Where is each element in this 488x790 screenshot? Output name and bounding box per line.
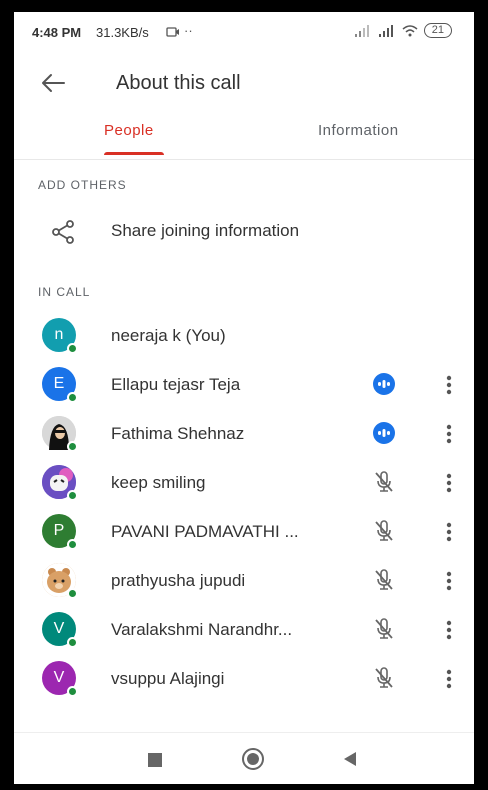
avatar: V: [42, 661, 78, 697]
avatar: n: [42, 318, 78, 354]
status-bar: 4:48 PM 31.3KB/s ·· 21: [14, 12, 474, 54]
arrow-left-icon[interactable]: [38, 68, 68, 98]
avatar-initial: V: [53, 669, 65, 686]
avatar-initial: E: [53, 375, 65, 392]
more-vert-icon[interactable]: [438, 618, 460, 642]
participant-name: Varalakshmi Narandhr...: [111, 620, 293, 639]
back-nav-icon[interactable]: [342, 751, 358, 767]
active-tab-indicator: [104, 152, 164, 155]
screen: 4:48 PM 31.3KB/s ·· 21 About this call P…: [14, 12, 474, 784]
participant-name: vsuppu Alajingi: [111, 669, 225, 688]
home-icon[interactable]: [241, 747, 265, 771]
in-call-header: IN CALL: [38, 285, 91, 299]
share-joining-info-button[interactable]: Share joining information: [14, 208, 474, 256]
participant-row[interactable]: keep smiling: [14, 459, 474, 508]
mic-off-icon: [375, 569, 393, 590]
avatar: E: [42, 367, 78, 403]
avatar: P: [42, 514, 78, 550]
wifi-icon: [402, 24, 418, 36]
online-status-dot: [67, 343, 78, 354]
add-others-header: ADD OTHERS: [38, 178, 127, 192]
online-status-dot: [67, 539, 78, 550]
share-icon: [52, 220, 74, 244]
online-status-dot: [67, 392, 78, 403]
status-icons: 21: [354, 23, 452, 38]
more-vert-icon[interactable]: [438, 520, 460, 544]
more-vert-icon[interactable]: [438, 569, 460, 593]
participant-row[interactable]: prathyusha jupudi: [14, 557, 474, 606]
avatar-initial: V: [53, 620, 65, 637]
participants-list: n neeraja k (You) E Ellapu tejasr Teja Fathi…: [14, 312, 474, 704]
mic-off-icon: [375, 520, 393, 541]
participant-row[interactable]: P PAVANI PADMAVATHI ...: [14, 508, 474, 557]
participant-name: neeraja k (You): [111, 326, 226, 345]
online-status-dot: [67, 588, 78, 599]
participant-name: Ellapu tejasr Teja: [111, 375, 241, 394]
status-time: 4:48 PM: [32, 25, 82, 40]
participant-row[interactable]: Fathima Shehnaz: [14, 410, 474, 459]
participant-row[interactable]: n neeraja k (You): [14, 312, 474, 361]
signal-icon: [354, 24, 369, 37]
video-notification-icon: [166, 27, 179, 37]
share-joining-info-label: Share joining information: [111, 221, 300, 240]
participant-name: Fathima Shehnaz: [111, 424, 245, 443]
participant-name: PAVANI PADMAVATHI ...: [111, 522, 299, 541]
signal-icon-2: [378, 24, 393, 37]
battery-icon: 21: [423, 23, 452, 38]
system-nav-bar: [14, 732, 474, 784]
mic-off-icon: [375, 471, 393, 492]
avatar-initial: P: [53, 522, 65, 539]
participant-name: keep smiling: [111, 473, 206, 492]
participant-row[interactable]: Vvsuppu Alajingi: [14, 655, 474, 704]
page-title: About this call: [116, 72, 241, 94]
avatar: [42, 465, 78, 501]
participant-name: prathyusha jupudi: [111, 571, 246, 590]
online-status-dot: [67, 441, 78, 452]
avatar: V: [42, 612, 78, 648]
status-network-speed: 31.3KB/s: [96, 25, 149, 40]
online-status-dot: [67, 637, 78, 648]
avatar: [42, 416, 78, 452]
more-vert-icon[interactable]: [438, 422, 460, 446]
recents-icon[interactable]: [147, 752, 163, 768]
speaking-indicator-icon: [373, 422, 395, 444]
online-status-dot: [67, 490, 78, 501]
status-more-dots: ··: [184, 23, 193, 38]
participant-row[interactable]: E Ellapu tejasr Teja: [14, 361, 474, 410]
app-bar: About this call: [14, 56, 474, 112]
avatar-initial: n: [54, 326, 64, 343]
tab-bar: People Information: [14, 108, 474, 160]
participant-row[interactable]: V Varalakshmi Narandhr...: [14, 606, 474, 655]
more-vert-icon[interactable]: [438, 667, 460, 691]
mic-off-icon: [375, 667, 393, 688]
more-vert-icon[interactable]: [438, 373, 460, 397]
online-status-dot: [67, 686, 78, 697]
more-vert-icon[interactable]: [438, 471, 460, 495]
tab-information[interactable]: Information: [318, 122, 399, 139]
speaking-indicator-icon: [373, 373, 395, 395]
avatar: [42, 563, 78, 599]
tab-people[interactable]: People: [104, 122, 154, 139]
mic-off-icon: [375, 618, 393, 639]
